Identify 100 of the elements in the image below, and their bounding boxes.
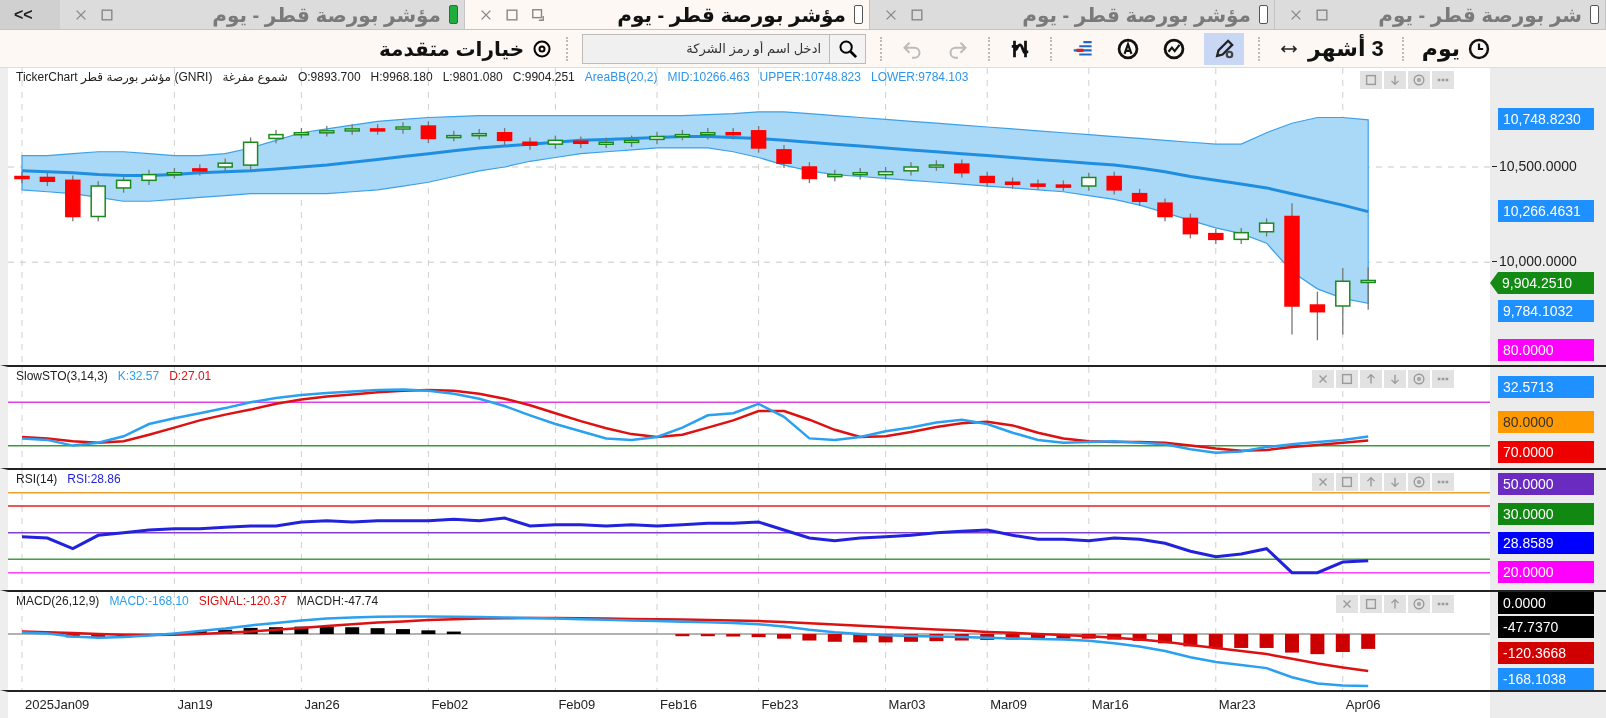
date-label: Mar16 — [1091, 697, 1129, 712]
histogram-bar — [1234, 634, 1249, 648]
detach-icon — [531, 7, 545, 22]
panel-control-button[interactable] — [1336, 473, 1358, 491]
value-badge: 20.0000 — [1498, 561, 1594, 583]
date-label: Apr06 — [1345, 697, 1381, 712]
panel-control-button[interactable] — [1384, 595, 1406, 613]
candle — [293, 127, 310, 140]
drawing-tool-button[interactable] — [1204, 32, 1245, 65]
value-badge: 10,748.8230 — [1498, 108, 1594, 130]
date-label: 2025Jan09 — [25, 697, 90, 712]
value-badge: 0.0000 — [1498, 592, 1594, 614]
legend-text: O:9893.700 — [297, 70, 361, 84]
candle — [1258, 217, 1275, 238]
candle — [827, 169, 843, 182]
maximize-icon — [505, 7, 519, 22]
histogram-bar — [904, 634, 918, 642]
histogram-bar — [878, 634, 893, 643]
panel-control-button[interactable] — [1408, 595, 1430, 613]
candle — [598, 136, 614, 149]
candle — [420, 120, 437, 144]
date-label: Mar23 — [1218, 697, 1256, 712]
panel-control-button[interactable] — [1360, 473, 1382, 491]
histogram-bar — [446, 631, 461, 635]
legend-text: MACDH:-47.74 — [296, 594, 379, 608]
advanced-options-label[interactable]: خيارات متقدمة — [378, 36, 525, 61]
chart-tab[interactable]: مؤشر بورصة قطر - يوم — [465, 0, 870, 29]
candle — [395, 121, 411, 135]
histogram-bar — [319, 626, 334, 635]
candle — [725, 127, 741, 141]
range-button[interactable]: 3 أشهر — [1274, 32, 1388, 65]
date-label: Feb02 — [431, 697, 469, 712]
panel-control-button[interactable] — [1312, 370, 1334, 388]
candle — [115, 174, 132, 194]
maximize-icon — [1315, 7, 1329, 22]
date-label: Feb23 — [761, 697, 799, 712]
histogram-bar — [1259, 634, 1274, 648]
panel-control-button[interactable] — [1408, 370, 1430, 388]
arrow-up-icon — [1388, 597, 1402, 611]
histogram-bar — [980, 634, 995, 640]
panel-control-button[interactable] — [1360, 595, 1382, 613]
value-badge: 80.0000 — [1498, 339, 1594, 361]
histogram-bar — [269, 627, 283, 635]
value-badge: 10,266.4631 — [1498, 200, 1594, 222]
period-button[interactable]: يوم — [1417, 32, 1494, 65]
price-tag: 9,904.2510 — [1490, 272, 1594, 294]
legend-text: LOWER:9784.103 — [870, 70, 969, 84]
panel-control-button[interactable] — [1336, 595, 1358, 613]
candle — [903, 161, 919, 177]
panel-control-button[interactable] — [1360, 370, 1382, 388]
histogram-bar — [370, 628, 385, 635]
candle — [623, 134, 640, 148]
arrow-down-icon — [1388, 475, 1402, 489]
histogram-bar — [1335, 634, 1350, 652]
histogram-bar — [1285, 634, 1299, 653]
legend-text: MID:10266.463 — [667, 70, 750, 84]
histogram-bar — [1005, 634, 1020, 640]
candle — [852, 167, 868, 181]
candle — [750, 125, 767, 154]
legend-text: MACD:-168.10 — [109, 594, 189, 608]
panel-control-button[interactable] — [1384, 473, 1406, 491]
legend-text: MACD(26,12,9) — [16, 594, 100, 608]
value-badge: 32.5713 — [1498, 376, 1594, 398]
legend-text: RSI:28.86 — [67, 472, 121, 486]
histogram-bar — [827, 634, 842, 642]
collapse-tabs-button[interactable]: << — [0, 0, 60, 29]
histogram-bar — [218, 629, 233, 635]
candle — [319, 125, 335, 138]
candle — [344, 123, 360, 136]
panel-control-button[interactable] — [1336, 370, 1358, 388]
search-button[interactable] — [830, 33, 867, 64]
histogram-bar — [1208, 634, 1223, 648]
histogram-bar — [700, 634, 715, 637]
panel-control-button[interactable] — [1432, 71, 1454, 89]
panel-control-button[interactable] — [1432, 595, 1454, 613]
candle — [39, 172, 56, 187]
panel-control-button[interactable] — [1432, 370, 1454, 388]
legend-text: شموع مفرغة — [222, 70, 288, 84]
value-badge: -168.1038 — [1498, 668, 1594, 690]
value-badge: 80.0000 — [1498, 411, 1594, 433]
legend-text: TickerChart مؤشر بورصة قطر (GNRI) — [16, 70, 213, 84]
panel-control-button[interactable] — [1312, 473, 1334, 491]
candle — [1055, 179, 1072, 192]
panel-control-button[interactable] — [1384, 71, 1406, 89]
value-badge: -120.3668 — [1498, 642, 1594, 664]
candle — [573, 135, 589, 149]
candle — [877, 166, 894, 181]
panel-control-button[interactable] — [1408, 473, 1430, 491]
maximize-icon — [1340, 475, 1354, 489]
maximize-icon — [1340, 372, 1354, 386]
legend-text: UPPER:10748.823 — [759, 70, 861, 84]
panel-control-button[interactable] — [1432, 473, 1454, 491]
candle — [801, 161, 818, 184]
histogram-bar — [294, 626, 309, 635]
panel-control-button[interactable] — [1384, 370, 1406, 388]
panel-control-button[interactable] — [1408, 71, 1430, 89]
value-badge: -47.7370 — [1498, 616, 1594, 638]
candle — [90, 180, 106, 222]
histogram-bar — [396, 629, 410, 635]
panel-control-button[interactable] — [1360, 71, 1382, 89]
